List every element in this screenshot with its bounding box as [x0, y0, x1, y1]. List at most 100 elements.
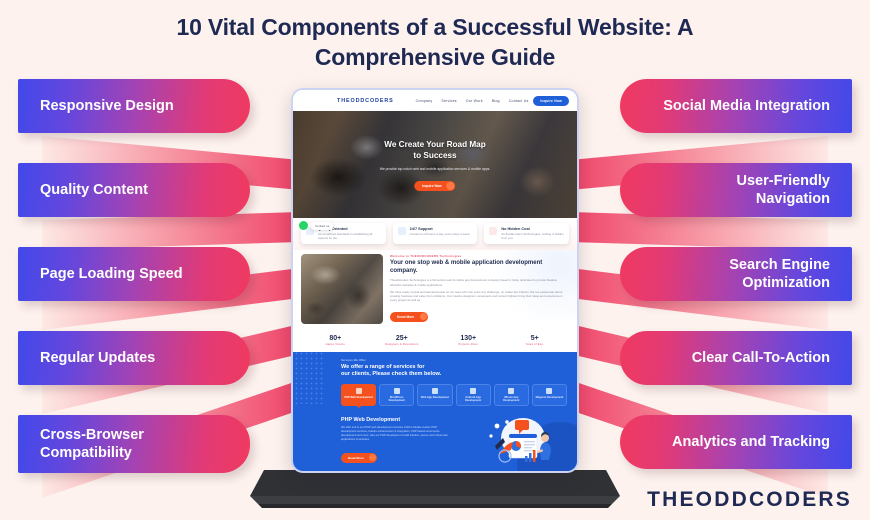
tag-icon — [489, 227, 498, 235]
stat-years-experience: 5+ Years of Exp. — [503, 334, 568, 346]
stat-label: Projects Done — [458, 343, 478, 347]
arrow-circle-icon — [368, 453, 376, 461]
nav-inquire-button[interactable]: Inquire Now — [533, 95, 569, 106]
service-tab-label: PHP Web Development — [344, 395, 373, 399]
nav-item-company[interactable]: Company — [416, 99, 433, 103]
nav-item-blog[interactable]: Blog — [492, 99, 500, 103]
service-tab-label: Web App Development — [420, 395, 449, 399]
feature-cards: Quality Oriented Accomplished standards … — [293, 218, 577, 251]
infographic-canvas: 10 Vital Components of a Successful Webs… — [0, 0, 870, 520]
component-pill-regular-updates[interactable]: Regular Updates — [18, 331, 250, 385]
nav-item-contact-us[interactable]: Contact Us — [509, 99, 529, 103]
service-tab-label: Magento Development — [535, 395, 564, 399]
arrow-circle-icon — [446, 182, 455, 190]
pill-label: Analytics and Tracking — [672, 434, 830, 450]
services-heading-line1: We offer a range of services for — [341, 364, 425, 371]
php-read-more-button[interactable]: Read More — [341, 452, 377, 463]
component-pill-user-friendly-navigation[interactable]: User-Friendly Navigation — [620, 163, 852, 217]
arrow-circle-icon — [420, 313, 428, 321]
nav-item-services[interactable]: Services — [441, 99, 456, 103]
services-eyebrow: Services We Offer — [341, 358, 366, 363]
site-navbar: THEODDCODERS Company Services Our Work B… — [293, 90, 577, 111]
pill-label: User-Friendly Navigation — [736, 173, 830, 207]
monitor-icon — [431, 387, 438, 394]
php-heading: PHP Web Development — [341, 417, 401, 424]
wordpress-icon — [393, 387, 400, 394]
laptop-base — [250, 470, 620, 508]
phone-icon — [508, 387, 515, 394]
stat-designers-developers: 25+ Designers & Developers — [370, 334, 435, 346]
stat-value: 80+ — [329, 335, 342, 343]
services-heading: We offer a range of services for our cli… — [341, 364, 567, 378]
android-icon — [470, 387, 477, 394]
hero-cta-label: Inquire Now — [422, 184, 442, 188]
service-tab-magento-development[interactable]: Magento Development — [531, 383, 568, 407]
site-nav-links: Company Services Our Work Blog Contact U… — [416, 99, 529, 103]
service-tab-label: Android App Development — [464, 395, 482, 402]
component-pill-analytics-and-tracking[interactable]: Analytics and Tracking — [620, 415, 852, 469]
whatsapp-widget[interactable]: Contact us — [299, 221, 334, 230]
services-section: Services We Offer We offer a range of se… — [293, 352, 577, 412]
about-know-more-button[interactable]: Know More — [390, 312, 429, 323]
about-section: Welcome to THEODDCODERS Technologies You… — [293, 250, 577, 331]
site-logo[interactable]: THEODDCODERS — [337, 98, 394, 104]
whatsapp-label: Contact us — [311, 221, 334, 230]
pill-label: Quality Content — [40, 182, 148, 198]
pill-label: Search Engine Optimization — [729, 257, 830, 291]
php-text: PHP Web Development We offer end to end … — [341, 417, 449, 463]
website-screen: THEODDCODERS Company Services Our Work B… — [293, 90, 577, 471]
stat-projects-done: 130+ Projects Done — [436, 334, 501, 346]
hero-heading: We Create Your Road Map to Success — [293, 139, 577, 161]
about-text: Welcome to THEODDCODERS Technologies You… — [390, 254, 569, 324]
stat-happy-clients: 80+ Happy Clients — [303, 334, 368, 346]
component-pill-social-media-integration[interactable]: Social Media Integration — [620, 79, 852, 133]
about-photo — [301, 254, 383, 325]
about-heading: Your one stop web & mobile application d… — [390, 260, 543, 274]
feature-card-text: An flexible talent Technologies, nothing… — [501, 232, 564, 240]
hero-subtext: We provide top notch web and mobile appl… — [379, 167, 491, 171]
feature-card-text: Accomplished standards in establishing a… — [318, 232, 373, 240]
about-paragraph-2: We have ready cynical and talented peopl… — [390, 289, 563, 303]
feature-card[interactable]: 24/7 Support Contact us 24 hours a day, … — [392, 223, 478, 245]
php-section: PHP Web Development We offer end to end … — [293, 411, 577, 471]
service-tab-wordpress-development[interactable]: WordPress Development — [379, 383, 415, 407]
component-pill-responsive-design[interactable]: Responsive Design — [18, 79, 250, 133]
php-icon — [355, 387, 362, 394]
nav-item-our-work[interactable]: Our Work — [466, 99, 483, 103]
stat-label: Years of Exp. — [525, 343, 544, 347]
stat-label: Designers & Developers — [385, 343, 419, 347]
hero-heading-line2: to Success — [413, 151, 457, 160]
magento-icon — [546, 387, 553, 394]
about-button-label: Know More — [397, 315, 415, 320]
device-bezel: THEODDCODERS Company Services Our Work B… — [291, 88, 579, 473]
pill-label: Regular Updates — [40, 350, 156, 366]
hero-section: We Create Your Road Map to Success We pr… — [293, 111, 577, 218]
php-paragraph: We offer end to end PHP web development … — [341, 426, 448, 441]
php-button-label: Read More — [348, 455, 364, 460]
whatsapp-icon — [299, 221, 308, 230]
hero-cta-button[interactable]: Inquire Now — [414, 181, 456, 191]
hero-heading-line1: We Create Your Road Map — [384, 140, 486, 149]
stat-value: 25+ — [395, 335, 408, 343]
service-tab-php-web-development[interactable]: PHP Web Development — [341, 383, 377, 407]
feature-card[interactable]: No Hidden Cost An flexible talent Techno… — [484, 223, 570, 245]
pill-label: Responsive Design — [40, 98, 174, 114]
service-tab-label: WordPress Development — [388, 395, 405, 402]
component-pill-search-engine-optimization[interactable]: Search Engine Optimization — [620, 247, 852, 301]
service-tab-android-app-development[interactable]: Android App Development — [455, 383, 491, 407]
pill-label: Social Media Integration — [663, 98, 830, 114]
stat-label: Happy Clients — [325, 343, 345, 347]
component-pill-clear-call-to-action[interactable]: Clear Call-To-Action — [620, 331, 852, 385]
pill-label: Cross-Browser Compatibility — [40, 427, 144, 461]
component-pill-page-loading-speed[interactable]: Page Loading Speed — [18, 247, 250, 301]
about-paragraph-1: Theoddcoders Technologies is a full serv… — [390, 278, 558, 287]
service-tab-iphone-app-development[interactable]: iPhone App Development — [493, 383, 529, 407]
component-pill-cross-browser-compatibility[interactable]: Cross-Browser Compatibility — [18, 415, 250, 473]
stats-row: 80+ Happy Clients 25+ Designers & Develo… — [293, 330, 577, 353]
php-illustration — [489, 417, 551, 463]
stat-value: 130+ — [460, 335, 477, 343]
stat-value: 5+ — [530, 335, 539, 343]
component-pill-quality-content[interactable]: Quality Content — [18, 163, 250, 217]
service-tab-web-app-development[interactable]: Web App Development — [417, 383, 453, 407]
page-title: 10 Vital Components of a Successful Webs… — [176, 14, 694, 70]
